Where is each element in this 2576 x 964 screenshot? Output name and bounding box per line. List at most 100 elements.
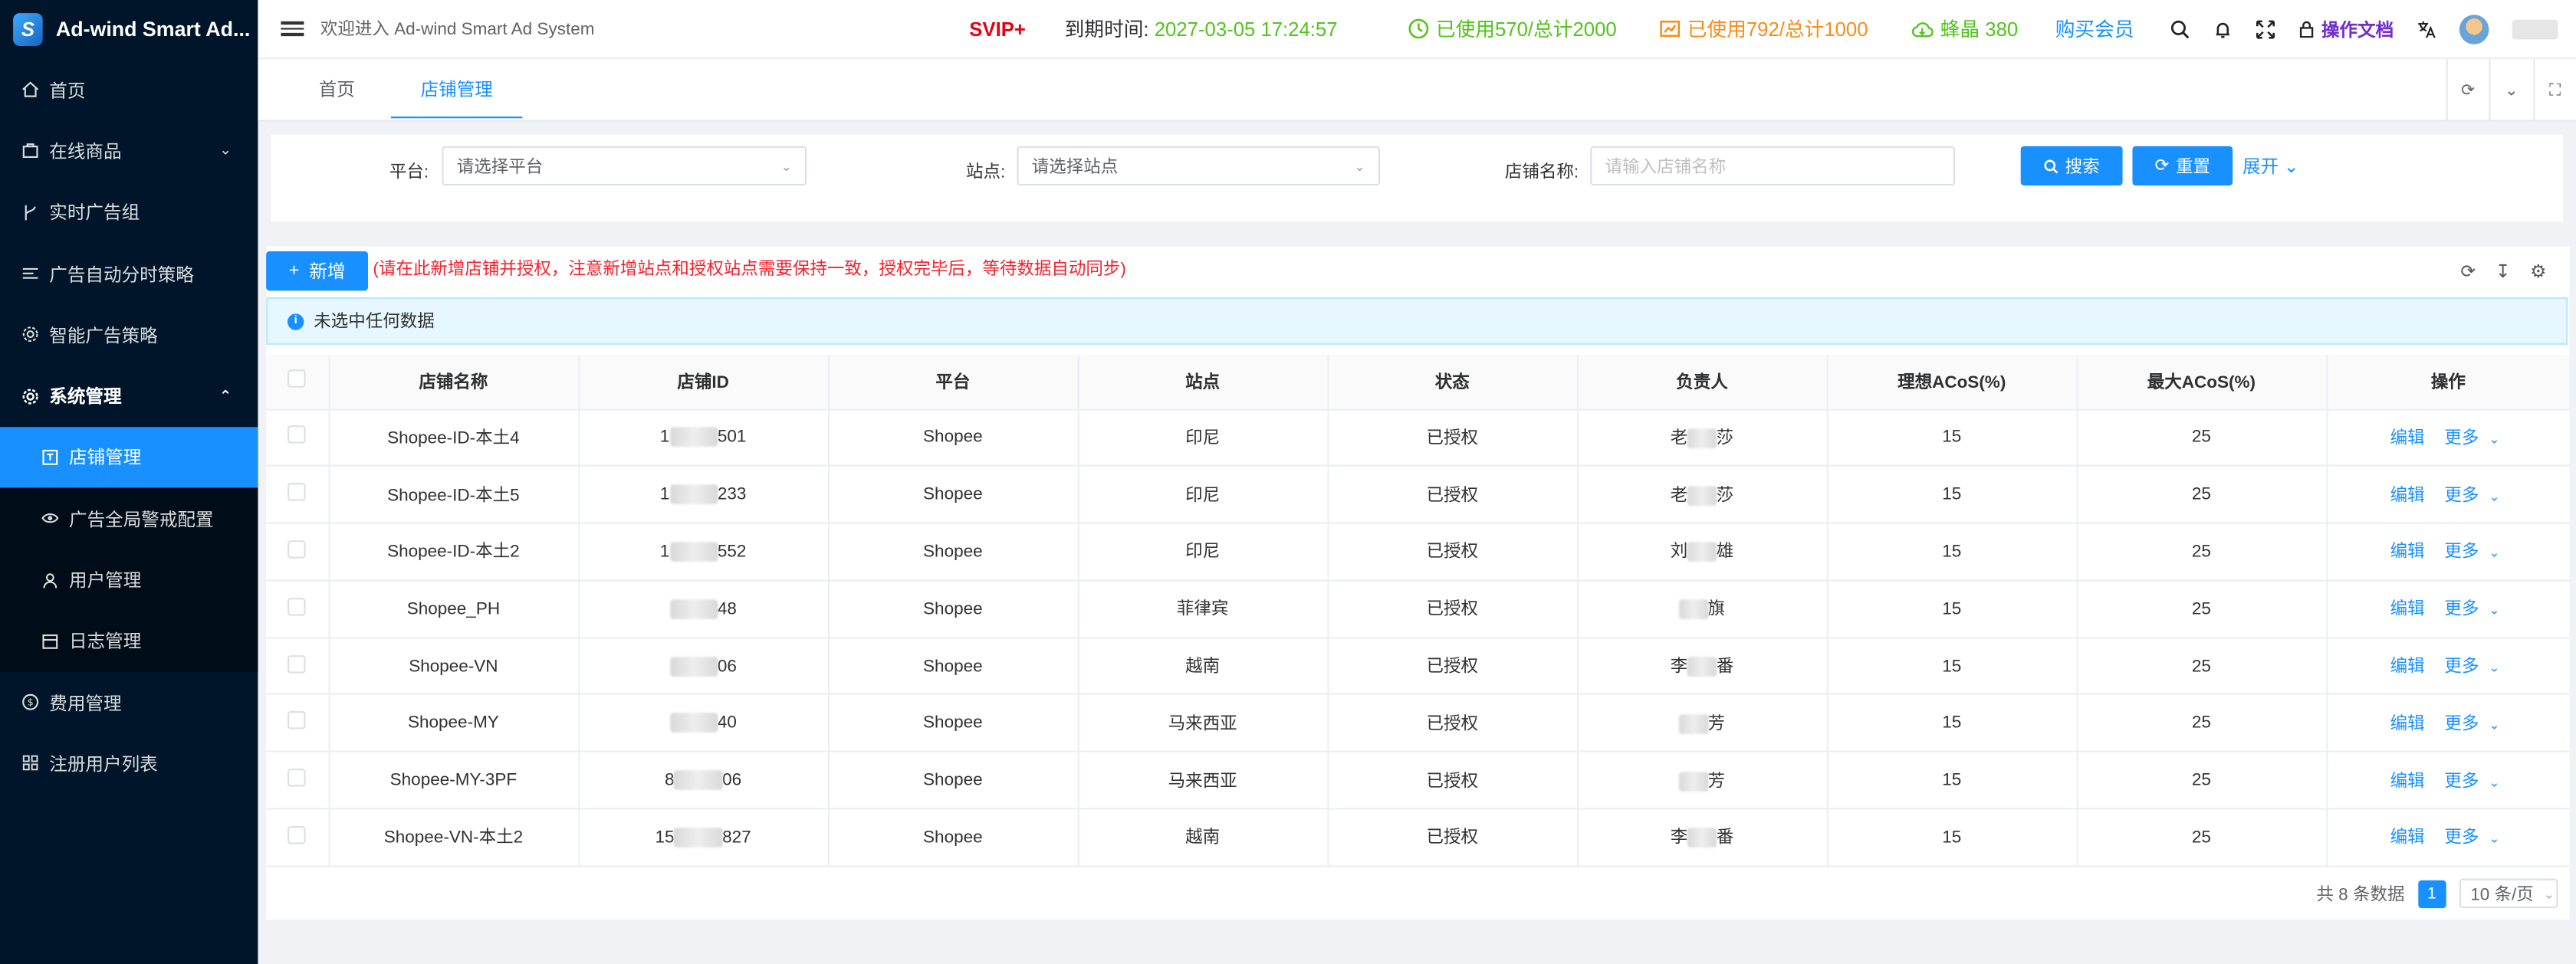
table-row[interactable]: Shopee-VN0000006Shopee越南已授权李000番1525编辑更多… <box>266 637 2570 696</box>
more-dropdown[interactable]: 更多 ⌄ <box>2438 714 2506 734</box>
row-checkbox[interactable] <box>288 483 307 502</box>
sidebar-item-auto-strategy[interactable]: 广告自动分时策略 <box>0 243 258 304</box>
edit-link[interactable]: 编辑 <box>2390 828 2425 848</box>
docs-link[interactable]: 操作文档 <box>2298 15 2394 41</box>
calendar-icon <box>39 631 59 651</box>
row-checkbox[interactable] <box>288 540 307 559</box>
shop-name-cell: Shopee-MY-3PF <box>328 752 580 810</box>
more-dropdown[interactable]: 更多 ⌄ <box>2438 828 2506 848</box>
shop-id-cell: 80000006 <box>578 752 830 810</box>
table-row[interactable]: Shopee_PH0000048Shopee菲律宾已授权000旗1525编辑更多… <box>266 580 2570 638</box>
row-checkbox[interactable] <box>288 769 307 787</box>
edit-link[interactable]: 编辑 <box>2390 657 2425 677</box>
expand-toggle[interactable]: 展开 ⌄ <box>2242 152 2298 179</box>
page-number-current[interactable]: 1 <box>2417 879 2446 908</box>
tab-dropdown-icon[interactable]: ⌄ <box>2489 59 2532 122</box>
table-panel: + 新增 (请在此新增店铺并授权，注意新增站点和授权站点需要保持一致，授权完毕后… <box>266 246 2570 920</box>
add-shop-button[interactable]: + 新增 <box>266 251 368 291</box>
table-row[interactable]: Shopee-VN-本土21500000827Shopee越南已授权李000番1… <box>266 808 2570 867</box>
sidebar-item-smart-strategy[interactable]: 智能广告策略 <box>0 304 258 366</box>
sidebar-item-shop-management[interactable]: 店铺管理 <box>0 426 258 488</box>
row-checkbox[interactable] <box>288 711 307 730</box>
ideal-acos-cell: 15 <box>1826 808 2078 867</box>
more-dropdown[interactable]: 更多 ⌄ <box>2438 428 2506 448</box>
table-row[interactable]: Shopee-MY-3PF80000006Shopee马来西亚已授权000芳15… <box>266 752 2570 810</box>
shop-name-label: 店铺名称: <box>1504 162 1579 182</box>
ideal-acos-cell: 15 <box>1826 408 2078 467</box>
chevron-down-icon: ⌄ <box>2489 831 2500 847</box>
search-icon <box>2044 159 2058 173</box>
fullscreen-icon[interactable] <box>2256 19 2275 39</box>
username-redacted[interactable] <box>2512 18 2558 39</box>
row-checkbox[interactable] <box>288 597 307 616</box>
sidebar-item-products[interactable]: 在线商品 ⌄ <box>0 120 258 182</box>
edit-link[interactable]: 编辑 <box>2390 543 2425 562</box>
sidebar-item-home[interactable]: 首页 <box>0 59 258 120</box>
search-icon[interactable] <box>2170 19 2190 39</box>
sidebar-item-logs[interactable]: 日志管理 <box>0 611 258 672</box>
buy-membership-link[interactable]: 购买会员 <box>2055 15 2134 42</box>
more-dropdown[interactable]: 更多 ⌄ <box>2438 486 2506 506</box>
edit-link[interactable]: 编辑 <box>2390 772 2425 792</box>
more-dropdown[interactable]: 更多 ⌄ <box>2438 543 2506 562</box>
select-all-checkbox[interactable] <box>288 369 307 389</box>
edit-link[interactable]: 编辑 <box>2390 428 2425 448</box>
shop-name-cell: Shopee-VN-本土2 <box>328 808 580 867</box>
redacted-block: 00000 <box>674 770 723 791</box>
menu-fold-icon[interactable] <box>281 21 304 36</box>
table-row[interactable]: Shopee-ID-本土5100000233Shopee印尼已授权老000莎15… <box>266 466 2570 524</box>
sidebar-item-registered-users[interactable]: 注册用户列表 <box>0 733 258 794</box>
tab-home[interactable]: 首页 <box>319 59 355 118</box>
table-row[interactable]: Shopee-MY0000040Shopee马来西亚已授权000芳1525编辑更… <box>266 694 2570 753</box>
table-row[interactable]: Shopee-ID-本土4100000501Shopee印尼已授权老000莎15… <box>266 408 2570 467</box>
welcome-text: 欢迎进入 Ad-wind Smart Ad System <box>320 19 595 40</box>
sidebar-item-users[interactable]: 用户管理 <box>0 549 258 611</box>
edit-link[interactable]: 编辑 <box>2390 600 2425 620</box>
app-logo[interactable]: S Ad-wind Smart Ad... <box>0 0 258 59</box>
sidebar-item-alert-config[interactable]: 广告全局警戒配置 <box>0 488 258 549</box>
search-button[interactable]: 搜索 <box>2020 146 2123 186</box>
row-checkbox[interactable] <box>288 654 307 673</box>
row-select-cell <box>266 523 330 582</box>
sidebar-item-system[interactable]: 系统管理 ⌃ <box>0 366 258 427</box>
row-checkbox[interactable] <box>288 825 307 844</box>
sidebar-item-ad-groups[interactable]: 实时广告组 <box>0 182 258 243</box>
shop-name-cell: Shopee-VN <box>328 637 580 696</box>
refresh-icon[interactable]: ⟳ <box>2460 261 2476 283</box>
page-size-select[interactable]: 10 条/页 ⌄ <box>2459 878 2558 909</box>
status-cell: 已授权 <box>1327 808 1579 867</box>
avatar[interactable] <box>2459 14 2489 44</box>
svip-badge: SVIP+ <box>969 17 1026 41</box>
site-select[interactable]: 请选择站点 ⌄ <box>1017 146 1380 186</box>
tab-shop-management[interactable]: 店铺管理 <box>390 59 523 119</box>
docs-link-text: 操作文档 <box>2321 20 2394 41</box>
column-settings-icon[interactable]: ⚙ <box>2530 261 2546 283</box>
more-dropdown[interactable]: 更多 ⌄ <box>2438 772 2506 792</box>
col-actions: 操作 <box>2326 354 2570 410</box>
row-checkbox[interactable] <box>288 425 307 444</box>
ideal-acos-cell: 15 <box>1826 580 2078 638</box>
table-row[interactable]: Shopee-ID-本土2100000552Shopee印尼已授权刘000雄15… <box>266 523 2570 582</box>
shop-name-input[interactable]: 请输入店铺名称 <box>1590 146 1955 186</box>
sidebar-item-billing[interactable]: $ 费用管理 <box>0 671 258 733</box>
density-icon[interactable]: ↧ <box>2496 261 2511 283</box>
bell-icon[interactable] <box>2213 19 2233 39</box>
shop-name-cell: Shopee-ID-本土4 <box>328 408 580 467</box>
tab-fullscreen-icon[interactable]: ⛶ <box>2532 59 2576 122</box>
translate-icon[interactable] <box>2417 19 2436 39</box>
platform-select[interactable]: 请选择平台 ⌄ <box>442 146 807 186</box>
edit-link[interactable]: 编辑 <box>2390 714 2425 734</box>
row-select-cell <box>266 408 330 467</box>
more-dropdown[interactable]: 更多 ⌄ <box>2438 600 2506 620</box>
max-acos-cell: 25 <box>2076 694 2328 753</box>
row-select-cell <box>266 637 330 696</box>
site-select-value: 请选择站点 <box>1031 156 1119 177</box>
platform-cell: Shopee <box>828 466 1079 524</box>
shop-icon <box>39 448 59 467</box>
refresh-tab-icon[interactable]: ⟳ <box>2445 59 2489 122</box>
sidebar-item-label: 实时广告组 <box>49 204 140 224</box>
reset-button[interactable]: ⟳ 重置 <box>2132 146 2233 186</box>
more-dropdown[interactable]: 更多 ⌄ <box>2438 657 2506 677</box>
edit-link[interactable]: 编辑 <box>2390 486 2425 506</box>
max-acos-cell: 25 <box>2076 523 2328 582</box>
